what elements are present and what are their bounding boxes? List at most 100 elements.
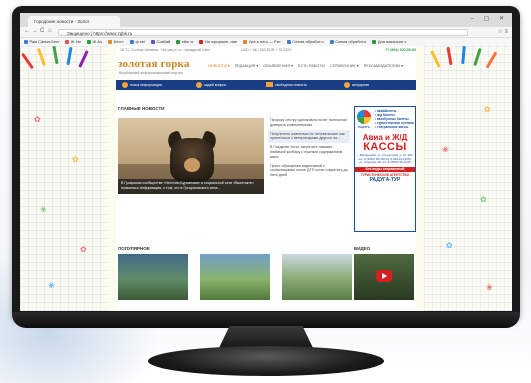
news-list: Пророку сестру однозначно хотят полность… xyxy=(268,116,350,180)
flower-icon: ❀ xyxy=(442,145,449,154)
bookmark-item[interactable]: Совбай xyxy=(150,38,171,46)
hero-caption: В Гусарском сообществе «Честная Бурханов… xyxy=(118,179,264,194)
bookmark-item[interactable]: Ж Ни xyxy=(65,38,81,46)
site-phone[interactable]: +7 (964) 000-00-00 xyxy=(385,46,416,54)
bookmark-label: Схема обработ.и xyxy=(335,39,367,44)
reload-icon[interactable]: C xyxy=(40,28,44,34)
browser-tab[interactable]: Городские новости - Золот xyxy=(28,16,120,27)
monitor-stand-base xyxy=(148,346,384,376)
question-icon xyxy=(196,81,202,88)
nav-item[interactable]: РЕДАКЦИЯ ▾ xyxy=(235,64,259,68)
quick-link-question[interactable]: задай вопрос xyxy=(196,80,226,90)
currency-rates: USD = 66.7053 EUR = 76.2329 xyxy=(241,48,292,52)
home-icon[interactable]: ⌂ xyxy=(48,28,52,34)
flower-icon: ✿ xyxy=(34,115,41,124)
pencil-decoration xyxy=(52,46,59,65)
news-icon xyxy=(266,82,273,87)
nav-item[interactable]: СПРАВОЧНИК ▾ xyxy=(330,64,359,68)
quick-link-news[interactable]: свободная новость xyxy=(266,80,307,90)
forward-icon[interactable]: → xyxy=(32,28,38,34)
back-icon[interactable]: ← xyxy=(24,28,30,34)
flower-icon: ✿ xyxy=(72,155,79,164)
info-icon xyxy=(344,81,350,88)
bookmark-icon xyxy=(86,39,91,44)
popular-thumbnail[interactable] xyxy=(282,254,352,300)
ad-strip: Без виды отправлений xyxy=(355,166,415,172)
main-news-title: ГЛАВНЫЕ НОВОСТИ xyxy=(118,106,165,111)
bookmark-icon xyxy=(150,39,155,44)
news-item[interactable]: В Гладкове хотят запретить назывть любим… xyxy=(268,143,350,161)
scene: Городские новости - Золот – ▢ ✕ ← → C ⌂ … xyxy=(0,0,531,383)
bookmark-item[interactable]: На оформле..ние xyxy=(199,38,237,46)
play-icon[interactable] xyxy=(376,270,392,282)
rainbow-logo-icon xyxy=(357,110,371,124)
quick-links-bar: поиск информации задай вопрос свободная … xyxy=(116,80,416,90)
ad-service-item: • театральные кассы xyxy=(375,125,409,129)
bookmark-item[interactable]: Ж Ал xyxy=(86,38,102,46)
bookmark-item[interactable]: Бесгт xyxy=(108,38,124,46)
search-icon xyxy=(122,81,128,88)
popular-thumbnails xyxy=(118,254,352,300)
advertisement-banner[interactable]: РАДУГА • авиабилеты • ж/д билеты • автоб… xyxy=(354,106,416,232)
bookmark-icon xyxy=(329,39,334,44)
nav-item[interactable]: НОВОСТИ ▾ xyxy=(208,64,230,68)
ad-tour-name: РАДУГА-ТУР xyxy=(369,176,401,183)
video-player[interactable] xyxy=(354,254,414,300)
news-item[interactable]: Пророку сестру однозначно хотят полность… xyxy=(268,116,350,130)
bookmark-icon xyxy=(65,39,70,44)
ad-title-large: КАССЫ xyxy=(363,141,407,153)
video-section: ВИДЕО xyxy=(354,246,414,300)
flower-icon: ✿ xyxy=(80,245,87,254)
flower-icon: ❀ xyxy=(40,205,47,214)
popular-thumbnail[interactable] xyxy=(118,254,188,300)
browser-address-bar: ← → C ⌂ Защищено | https://www.zgbk.ru ☆… xyxy=(20,27,512,38)
news-item[interactable]: Пресс обращения видеозапей к страховщика… xyxy=(268,162,350,180)
pencil-decoration xyxy=(485,51,498,69)
main-navigation: НОВОСТИ ▾ РЕДАКЦИЯ ▾ ОБЪЯВЛЕНИЯ ▾ ЕСТЬ РАБО… xyxy=(208,63,408,68)
nav-item[interactable]: ЕСТЬ РАБОТА! xyxy=(298,64,325,68)
bookmark-item[interactable]: Схема обработ.и xyxy=(286,38,324,46)
site-header: золотая горка Вырбовский информационный … xyxy=(116,54,416,80)
bookmark-label: Для вакансии с xyxy=(377,39,407,44)
pencil-decoration xyxy=(430,50,441,68)
bookmark-label: ф sbi xyxy=(135,39,145,44)
browser-menu-icon[interactable]: ☆ ≡ xyxy=(497,28,508,35)
bookmark-item[interactable]: ф sbi xyxy=(129,38,145,46)
nav-item[interactable]: РЕКЛАМОДАТЕЛЯМ ▾ xyxy=(364,64,403,68)
pencil-decoration xyxy=(78,50,89,68)
bookmark-item[interactable]: Ура в него — Рит xyxy=(243,38,281,46)
bookmark-item[interactable]: Схема обработ.и xyxy=(329,38,367,46)
quick-link-actual[interactable]: актуарная xyxy=(344,80,369,90)
nav-item[interactable]: ОБЪЯВЛЕНИЯ ▾ xyxy=(263,64,293,68)
bookmark-label: Ура в него — Рит xyxy=(248,39,281,44)
pencil-decoration xyxy=(461,46,466,65)
ad-services-list: • авиабилеты • ж/д билеты • автобусные б… xyxy=(375,109,414,129)
hero-news-image[interactable]: В Гусарском сообществе «Честная Бурханов… xyxy=(118,118,264,194)
weather-info: 18 °C, Солнце облачно, 746 мм рт. ст., з… xyxy=(120,48,211,52)
flower-icon: ❀ xyxy=(48,281,55,290)
site-tagline: Вырбовский информационный портал xyxy=(119,71,183,75)
flower-icon: ❀ xyxy=(486,283,493,292)
web-page: ✿ ✿ ❀ ✿ ❀ ✿ ❀ ✿ ✿ ❀ 18 °C, Солнце облачн… xyxy=(20,46,512,311)
url-input[interactable]: Защищено | https://www.zgbk.ru xyxy=(58,28,468,36)
bookmark-item[interactable]: Для вакансии с xyxy=(372,38,406,46)
decorative-left-panel: ✿ ✿ ❀ ✿ ❀ xyxy=(20,46,108,311)
bookmark-label: Бесгт xyxy=(113,39,124,44)
bookmark-item[interactable]: e6ie w xyxy=(176,38,193,46)
bookmark-label: Совбай xyxy=(156,39,171,44)
bookmark-icon xyxy=(243,39,248,44)
pencil-decoration xyxy=(37,48,46,66)
pencil-decoration xyxy=(446,46,453,66)
monitor-screen: Городские новости - Золот – ▢ ✕ ← → C ⌂ … xyxy=(20,13,512,311)
bookmark-icon xyxy=(372,39,377,44)
main-content: 18 °C, Солнце облачно, 746 мм рт. ст., з… xyxy=(116,46,416,311)
popular-thumbnail[interactable] xyxy=(200,254,270,300)
quick-link-search[interactable]: поиск информации xyxy=(122,80,162,90)
ad-logo-name: РАДУГА xyxy=(358,125,370,129)
news-item[interactable]: Получитель животным по человеческие как … xyxy=(268,129,350,144)
pencil-decoration xyxy=(66,46,73,66)
bookmark-icon xyxy=(108,39,113,44)
bookmark-item[interactable]: Рам Сипин-Serv xyxy=(24,38,59,46)
site-logo[interactable]: золотая горка xyxy=(118,58,190,70)
window-controls[interactable]: – ▢ ✕ xyxy=(471,15,508,22)
